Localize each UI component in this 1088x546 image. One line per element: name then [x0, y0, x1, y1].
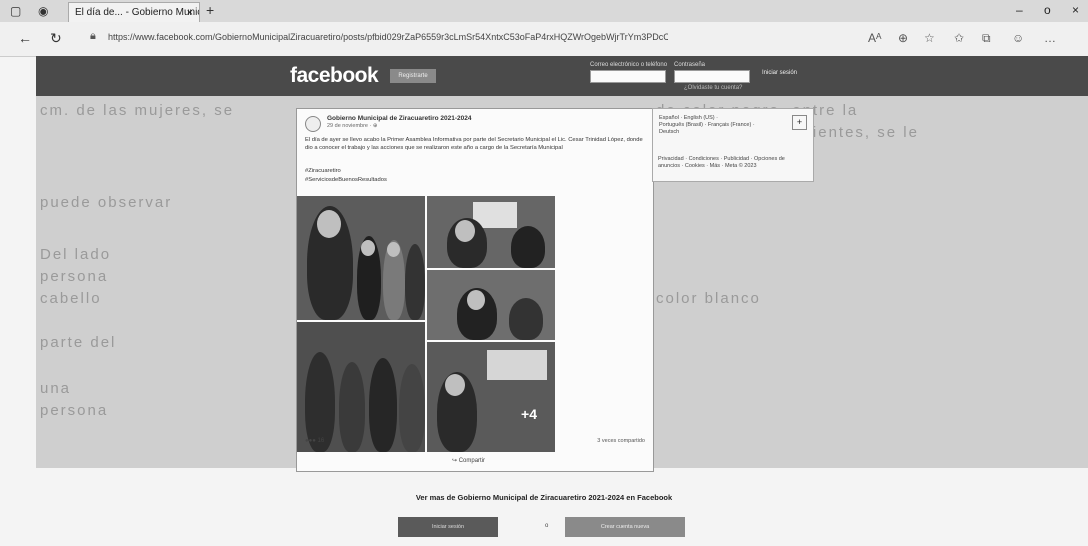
page-avatar[interactable]: [305, 116, 321, 132]
photo-face: [467, 290, 485, 310]
password-field[interactable]: [674, 70, 750, 83]
photo-1[interactable]: [297, 196, 425, 320]
bg-text-line: cabello: [40, 290, 102, 307]
photo-face: [445, 374, 465, 396]
bg-text-line: puede observar: [40, 194, 173, 211]
more-photos-overlay[interactable]: +4: [521, 406, 537, 422]
language-links[interactable]: Português (Brasil) · Français (France) ·: [659, 122, 755, 129]
lock-icon[interactable]: 🔒︎: [90, 30, 96, 43]
share-button[interactable]: ↪ Compartir: [452, 457, 485, 464]
bg-text-line: parte del: [40, 334, 117, 351]
more-languages-button[interactable]: +: [792, 115, 807, 130]
language-card: Español · English (US) · Português (Bras…: [652, 108, 814, 182]
collections-icon[interactable]: ⧉: [982, 31, 991, 46]
language-links[interactable]: Deutsch: [659, 129, 679, 136]
password-label: Contraseña: [674, 62, 706, 68]
language-links[interactable]: Español · English (US) ·: [659, 115, 718, 122]
refresh-icon[interactable]: ↻: [50, 30, 62, 47]
reaction-icons: ●●●: [305, 438, 318, 444]
photo-person: [305, 352, 335, 452]
close-window-button[interactable]: ×: [1072, 3, 1079, 17]
address-bar: ← ↻ 🔒︎ https://www.facebook.com/Gobierno…: [0, 22, 1088, 57]
reaction-number: 16: [317, 438, 325, 444]
photo-face: [317, 210, 341, 238]
create-account-button[interactable]: Crear cuenta nueva: [565, 517, 685, 537]
bg-text-line: cm. de las mujeres, se: [40, 102, 235, 119]
share-label: Compartir: [458, 458, 486, 464]
photo-face: [387, 242, 400, 257]
post-text: El día de ayer se llevo acabo la Primer …: [305, 137, 643, 151]
browser-tab-bar: ▢ ◉ El día de... - Gobierno Munic × + – …: [0, 0, 1088, 23]
header-login-button[interactable]: Iniciar sesión: [762, 70, 797, 76]
see-more-text: Ver mas de Gobierno Municipal de Ziracua…: [415, 493, 673, 502]
post-date[interactable]: 29 de noviembre · ⊕: [327, 123, 377, 129]
photo-4[interactable]: [297, 322, 425, 452]
facebook-logo[interactable]: facebook: [290, 64, 379, 88]
more-menu-icon[interactable]: …: [1044, 31, 1056, 45]
bookmark-icon[interactable]: ☆: [924, 31, 935, 45]
photo-3[interactable]: [427, 270, 555, 340]
bg-text-line: persona: [40, 268, 109, 285]
photo-person: [511, 226, 545, 268]
bg-text-line: una: [40, 380, 72, 397]
hashtag-link[interactable]: #ServiciosdeBuenosResultados: [305, 177, 387, 183]
facebook-header: facebook Registrarte Correo electrónico …: [36, 56, 1088, 96]
photo-banner: [487, 350, 547, 380]
back-arrow-icon[interactable]: ←: [18, 30, 32, 46]
account-icon[interactable]: ☺: [1012, 31, 1024, 45]
browser-tab[interactable]: El día de... - Gobierno Munic ×: [68, 2, 200, 22]
maximize-button[interactable]: o: [1044, 3, 1051, 17]
email-label: Correo electrónico o teléfono: [590, 62, 668, 68]
register-button[interactable]: Registrarte: [390, 69, 436, 83]
photo-2[interactable]: [427, 196, 555, 268]
or-separator: o: [545, 523, 549, 529]
page-name-link[interactable]: Gobierno Municipal de Ziracuaretiro 2021…: [327, 115, 472, 122]
profile-icon[interactable]: ◉: [38, 4, 48, 18]
photo-person: [509, 298, 543, 340]
photo-5[interactable]: +4: [427, 342, 555, 452]
new-tab-button[interactable]: +: [206, 2, 214, 18]
sidebar-toggle-icon[interactable]: ▢: [10, 4, 21, 18]
shares-count[interactable]: 3 veces compartido: [597, 438, 645, 444]
zoom-icon[interactable]: ⊕: [898, 31, 908, 45]
photo-person: [399, 364, 425, 452]
minimize-button[interactable]: –: [1016, 3, 1023, 17]
url-field[interactable]: https://www.facebook.com/GobiernoMunicip…: [108, 32, 668, 42]
photo-face: [361, 240, 375, 256]
bg-text-line: color blanco: [656, 290, 761, 307]
photo-grid: +4: [297, 196, 555, 452]
bg-text-line: Del lado: [40, 246, 112, 263]
favorites-icon[interactable]: ✩: [954, 31, 964, 45]
tab-close-icon[interactable]: ×: [187, 3, 193, 22]
footer-links[interactable]: Privacidad · Condiciones · Publicidad · …: [658, 156, 808, 170]
photo-face: [455, 220, 475, 242]
bg-text-line: persona: [40, 402, 109, 419]
login-button[interactable]: Iniciar sesión: [398, 517, 498, 537]
photo-person: [369, 358, 397, 452]
email-field[interactable]: [590, 70, 666, 83]
read-aloud-icon[interactable]: Aᴬ: [868, 31, 881, 45]
tab-title: El día de... - Gobierno Munic: [75, 7, 200, 18]
reaction-count[interactable]: ●●● 16: [305, 438, 324, 444]
photo-person: [339, 362, 365, 452]
hashtag-link[interactable]: #Ziracuaretiro: [305, 168, 341, 174]
forgot-account-link[interactable]: ¿Olvidaste tu cuenta?: [684, 85, 742, 91]
post-card: Gobierno Municipal de Ziracuaretiro 2021…: [296, 108, 654, 472]
photo-person: [405, 244, 425, 320]
share-icon: ↪: [452, 458, 459, 464]
